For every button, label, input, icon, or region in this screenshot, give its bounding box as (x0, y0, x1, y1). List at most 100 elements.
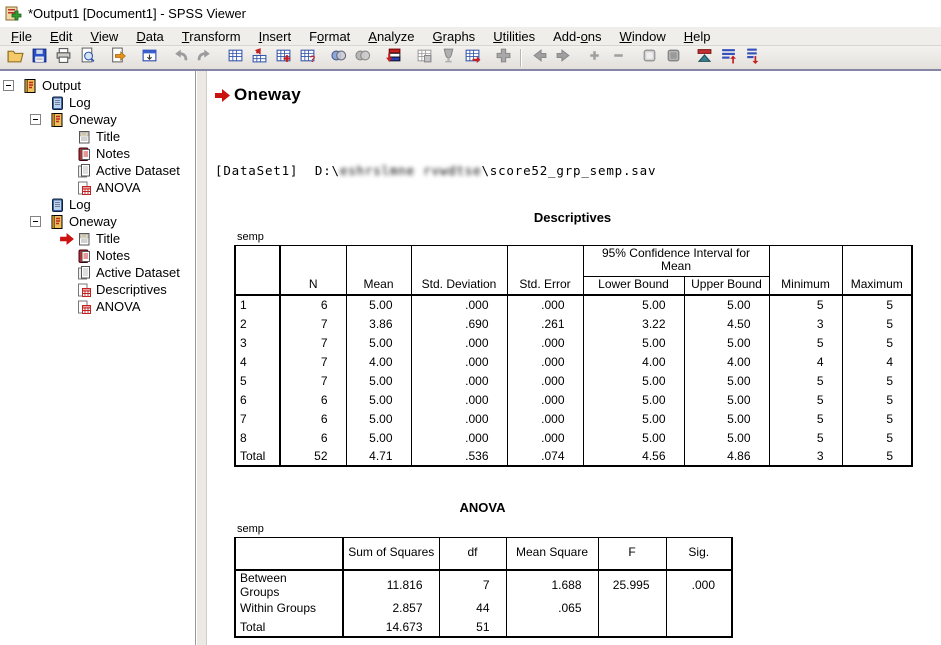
outline-collapse-icon (744, 47, 761, 69)
cell-value: 44 (439, 599, 506, 618)
tree-item-active-dataset[interactable]: Active Dataset (0, 264, 195, 281)
menu-data[interactable]: Data (127, 28, 172, 45)
current-item-heading: Oneway (215, 85, 301, 105)
cell-value: 5 (842, 295, 912, 314)
menu-edit[interactable]: Edit (41, 28, 81, 45)
cell-value: 51 (439, 618, 506, 637)
column-header: 95% Confidence Interval for Mean (583, 246, 769, 277)
tree-item-output[interactable]: Output (0, 77, 195, 94)
cell-value: 1.688 (506, 570, 598, 599)
tree-item-label: Notes (96, 146, 130, 161)
cell-value: 4 (769, 352, 842, 371)
pane-splitter[interactable] (196, 71, 207, 645)
table-icon (76, 282, 92, 298)
log-icon (49, 197, 65, 213)
insert-text-button[interactable] (460, 47, 484, 69)
variable-info-button[interactable]: ? (295, 47, 319, 69)
print-preview-button[interactable] (75, 47, 99, 69)
descriptives-variable-label: semp (237, 231, 264, 243)
tree-item-label: Oneway (69, 112, 117, 127)
cell-value: 11.816 (343, 570, 439, 599)
outline-collapse-button[interactable] (740, 47, 764, 69)
goto-data-button[interactable] (223, 47, 247, 69)
tree-item-anova[interactable]: ANOVA (0, 179, 195, 196)
expand-item-icon (586, 47, 603, 69)
cell-value: 7 (280, 333, 346, 352)
cell-value: 4.50 (684, 314, 769, 333)
menu-transform[interactable]: Transform (173, 28, 250, 45)
cell-value: .690 (411, 314, 507, 333)
page-right-button[interactable] (551, 47, 575, 69)
print-button[interactable] (51, 47, 75, 69)
menu-utilities[interactable]: Utilities (484, 28, 544, 45)
tree-item-log[interactable]: Log (0, 196, 195, 213)
tree-item-title[interactable]: Title (0, 230, 195, 247)
cell-value: 3 (769, 447, 842, 466)
menu-file[interactable]: File (2, 28, 41, 45)
hide-item-button[interactable] (661, 47, 685, 69)
undo-icon (172, 47, 189, 69)
menu-format[interactable]: Format (300, 28, 359, 45)
tree-item-active-dataset[interactable]: Active Dataset (0, 162, 195, 179)
notes-icon (76, 146, 92, 162)
use-sets-button[interactable] (381, 47, 405, 69)
cell-value: 5.00 (684, 428, 769, 447)
menu-insert[interactable]: Insert (250, 28, 301, 45)
table-row: Between Groups11.81671.68825.995.000 (235, 570, 732, 599)
cell-value: 5 (842, 409, 912, 428)
tree-item-title[interactable]: Title (0, 128, 195, 145)
menu-analyze[interactable]: Analyze (359, 28, 423, 45)
tree-expander-minus[interactable] (30, 114, 41, 125)
page-left-button[interactable] (527, 47, 551, 69)
menu-graphs[interactable]: Graphs (424, 28, 485, 45)
cell-value: 4 (842, 352, 912, 371)
page-right-icon (555, 47, 572, 69)
tree-item-anova[interactable]: ANOVA (0, 298, 195, 315)
cell-value: 6 (280, 390, 346, 409)
cell-value: 5 (842, 390, 912, 409)
recall-dialog-button[interactable] (137, 47, 161, 69)
row-label: Total (235, 447, 280, 466)
table-row: 375.00.000.0005.005.0055 (235, 333, 912, 352)
table-icon (76, 299, 92, 315)
menu-window[interactable]: Window (611, 28, 675, 45)
cell-value (506, 618, 598, 637)
cell-value: 5.00 (346, 409, 411, 428)
tree-item-oneway[interactable]: Oneway (0, 213, 195, 230)
select-cases-button[interactable] (326, 47, 350, 69)
menu-addons[interactable]: Add-ons (544, 28, 610, 45)
notes-icon (76, 248, 92, 264)
tree-item-notes[interactable]: Notes (0, 145, 195, 162)
save-file-button[interactable] (27, 47, 51, 69)
cell-value (666, 599, 732, 618)
menu-help[interactable]: Help (675, 28, 720, 45)
descriptives-table[interactable]: NMeanStd. DeviationStd. Error95% Confide… (234, 245, 913, 467)
column-header: Mean (346, 246, 411, 296)
collapse-item-button[interactable] (606, 47, 630, 69)
insert-table-button (412, 47, 436, 69)
tree-expander-minus[interactable] (3, 80, 14, 91)
goto-case-button[interactable] (247, 47, 271, 69)
column-header: N (280, 246, 346, 296)
column-header: Upper Bound (684, 277, 769, 296)
output-pane: Oneway [DataSet1] D:\eshrslmne rvwdtse\s… (207, 71, 941, 645)
tree-item-log[interactable]: Log (0, 94, 195, 111)
title-bar: *Output1 [Document1] - SPSS Viewer (0, 0, 941, 26)
open-file-button[interactable] (3, 47, 27, 69)
tree-item-notes[interactable]: Notes (0, 247, 195, 264)
menu-view[interactable]: View (81, 28, 127, 45)
tree-item-oneway[interactable]: Oneway (0, 111, 195, 128)
anova-table[interactable]: Sum of SquaresdfMean SquareFSig.Between … (234, 537, 733, 638)
cell-value: 5.00 (583, 428, 684, 447)
tree-expander-minus[interactable] (30, 216, 41, 227)
export-output-button[interactable] (106, 47, 130, 69)
insert-variable-button[interactable] (271, 47, 295, 69)
tree-item-descriptives[interactable]: Descriptives (0, 281, 195, 298)
tree-item-label: ANOVA (96, 299, 141, 314)
expand-item-button[interactable] (582, 47, 606, 69)
cell-value: .000 (507, 390, 583, 409)
cell-value: 6 (280, 409, 346, 428)
show-item-button[interactable] (637, 47, 661, 69)
outline-demote-button[interactable] (692, 47, 716, 69)
outline-promote-button[interactable] (716, 47, 740, 69)
